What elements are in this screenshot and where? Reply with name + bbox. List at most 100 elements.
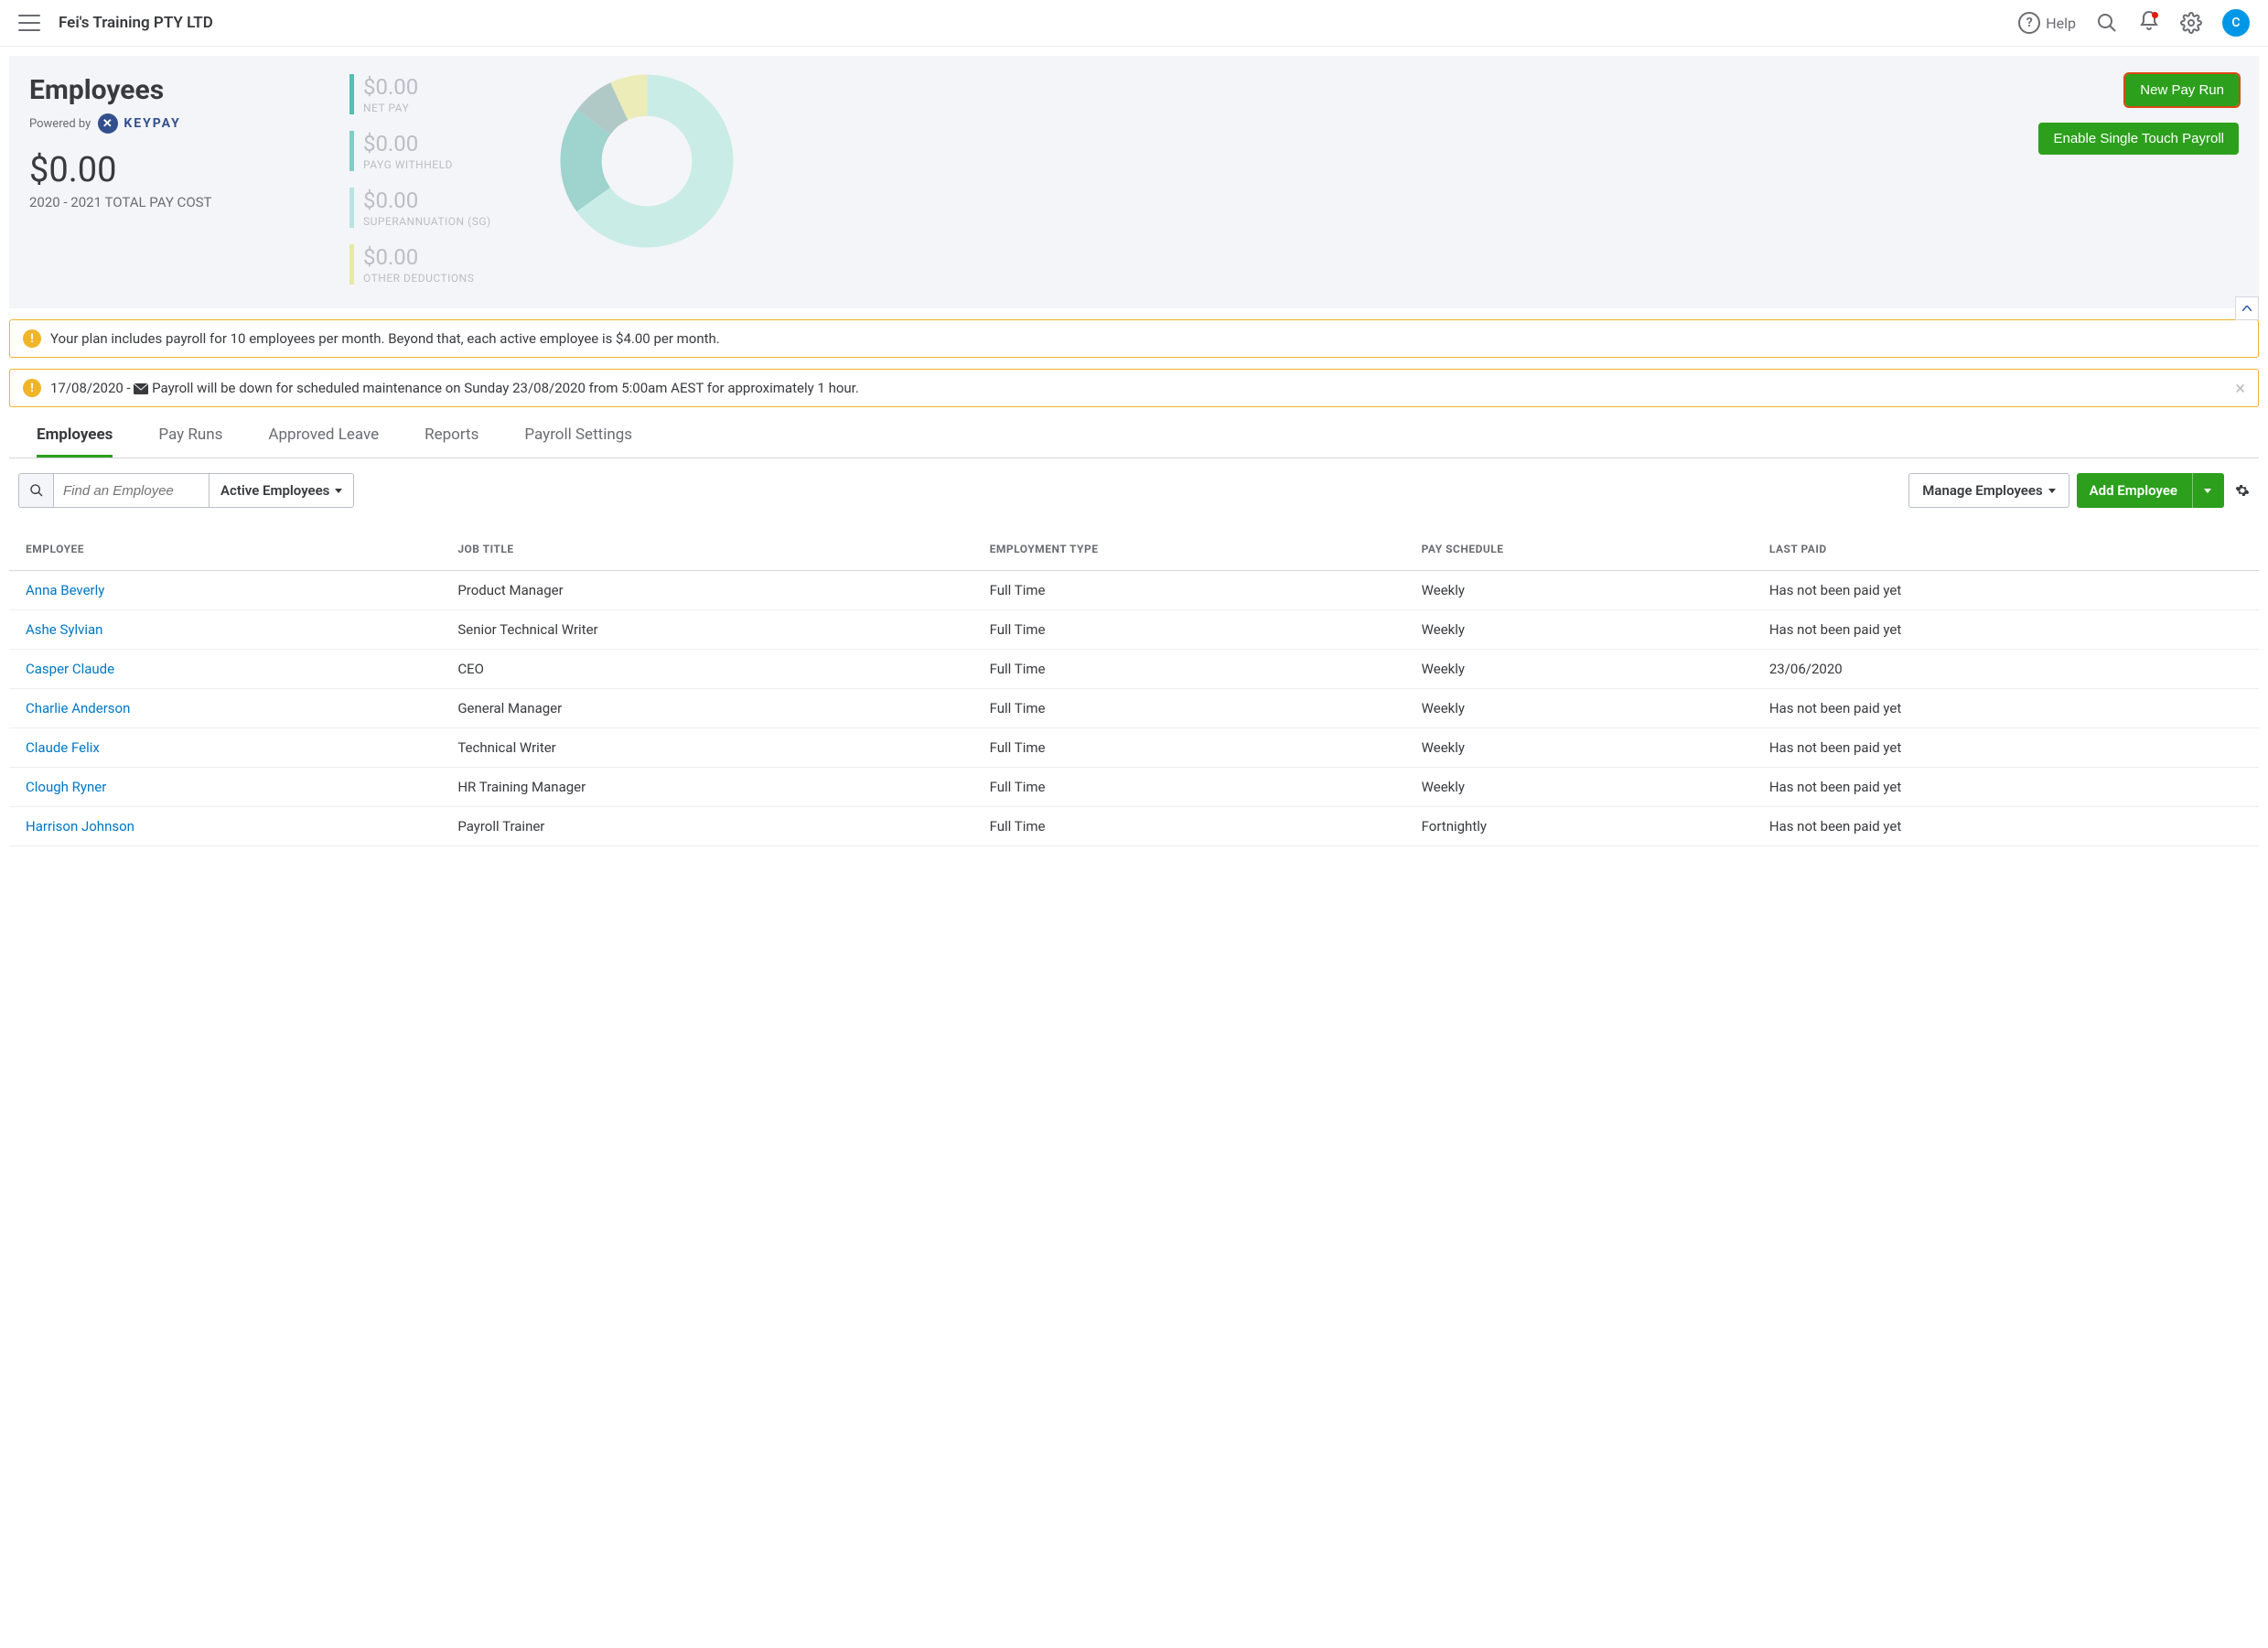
- tabs: Employees Pay Runs Approved Leave Report…: [9, 415, 2259, 458]
- cell-job-title: CEO: [441, 650, 973, 689]
- employee-name-link[interactable]: Harrison Johnson: [9, 807, 441, 846]
- table-header-row: EMPLOYEE JOB TITLE EMPLOYMENT TYPE PAY S…: [9, 522, 2259, 571]
- tab-payroll-settings[interactable]: Payroll Settings: [524, 425, 632, 458]
- search-group: Active Employees: [18, 473, 354, 508]
- cell-pay-schedule: Weekly: [1405, 689, 1753, 728]
- cell-last-paid: Has not been paid yet: [1753, 807, 2259, 846]
- tab-reports[interactable]: Reports: [425, 425, 478, 458]
- search-icon[interactable]: [2096, 12, 2118, 34]
- warning-icon: !: [23, 329, 41, 348]
- status-filter-label: Active Employees: [220, 482, 329, 499]
- metric-payg: $0.00 PAYG WITHHELD: [349, 131, 532, 171]
- metric-super: $0.00 SUPERANNUATION (SG): [349, 188, 532, 228]
- employee-name-link[interactable]: Casper Claude: [9, 650, 441, 689]
- topbar: Fei's Training PTY LTD ? Help C: [0, 0, 2268, 47]
- metric-value: $0.00: [363, 188, 532, 213]
- company-name: Fei's Training PTY LTD: [59, 14, 2018, 32]
- employee-name-link[interactable]: Ashe Sylvian: [9, 610, 441, 650]
- help-label: Help: [2046, 15, 2076, 32]
- summary-panel: Employees Powered by ✕ KEYPAY $0.00 2020…: [9, 56, 2259, 308]
- alert-text: 17/08/2020 - Payroll will be down for sc…: [50, 380, 2226, 396]
- cell-last-paid: Has not been paid yet: [1753, 728, 2259, 768]
- powered-by-text: Powered by: [29, 117, 91, 131]
- enable-stp-button[interactable]: Enable Single Touch Payroll: [2038, 123, 2239, 155]
- cell-employment-type: Full Time: [973, 689, 1405, 728]
- metric-label: OTHER DEDUCTIONS: [363, 272, 532, 285]
- cell-pay-schedule: Fortnightly: [1405, 807, 1753, 846]
- summary-actions: New Pay Run Enable Single Touch Payroll: [2019, 74, 2239, 285]
- col-job-title[interactable]: JOB TITLE: [441, 522, 973, 571]
- table-row: Casper ClaudeCEOFull TimeWeekly23/06/202…: [9, 650, 2259, 689]
- donut-chart-wrap: [560, 74, 1992, 285]
- metric-value: $0.00: [363, 74, 532, 100]
- notifications-button[interactable]: [2138, 10, 2160, 36]
- chevron-down-icon: [2204, 489, 2211, 493]
- metric-label: SUPERANNUATION (SG): [363, 215, 532, 228]
- envelope-icon: [134, 383, 148, 394]
- warning-icon: !: [23, 379, 41, 397]
- cell-job-title: HR Training Manager: [441, 768, 973, 807]
- maintenance-alert: ! 17/08/2020 - Payroll will be down for …: [9, 369, 2259, 407]
- metric-other: $0.00 OTHER DEDUCTIONS: [349, 244, 532, 285]
- col-employment-type[interactable]: EMPLOYMENT TYPE: [973, 522, 1405, 571]
- cell-pay-schedule: Weekly: [1405, 728, 1753, 768]
- manage-employees-button[interactable]: Manage Employees: [1908, 473, 2069, 508]
- alert-body: Payroll will be down for scheduled maint…: [152, 380, 859, 396]
- new-pay-run-button[interactable]: New Pay Run: [2125, 74, 2239, 106]
- alert-text: Your plan includes payroll for 10 employ…: [50, 330, 2245, 347]
- metric-value: $0.00: [363, 131, 532, 156]
- menu-icon[interactable]: [18, 15, 40, 31]
- employee-table: EMPLOYEE JOB TITLE EMPLOYMENT TYPE PAY S…: [9, 522, 2259, 846]
- search-icon: [29, 483, 44, 498]
- tab-approved-leave[interactable]: Approved Leave: [268, 425, 379, 458]
- cell-job-title: General Manager: [441, 689, 973, 728]
- close-icon[interactable]: ×: [2235, 379, 2245, 397]
- employee-name-link[interactable]: Charlie Anderson: [9, 689, 441, 728]
- employee-name-link[interactable]: Anna Beverly: [9, 571, 441, 610]
- tab-employees[interactable]: Employees: [37, 425, 113, 458]
- manage-label: Manage Employees: [1922, 482, 2042, 499]
- help-icon: ?: [2018, 12, 2040, 34]
- cell-last-paid: Has not been paid yet: [1753, 571, 2259, 610]
- add-employee-button[interactable]: Add Employee: [2077, 473, 2224, 508]
- cell-employment-type: Full Time: [973, 650, 1405, 689]
- avatar[interactable]: C: [2222, 9, 2250, 37]
- cell-pay-schedule: Weekly: [1405, 650, 1753, 689]
- collapse-toggle[interactable]: [2235, 296, 2259, 320]
- tab-pay-runs[interactable]: Pay Runs: [158, 425, 222, 458]
- page-title: Employees: [29, 74, 322, 106]
- table-row: Anna BeverlyProduct ManagerFull TimeWeek…: [9, 571, 2259, 610]
- search-button[interactable]: [18, 473, 53, 508]
- table-row: Ashe SylvianSenior Technical WriterFull …: [9, 610, 2259, 650]
- cell-last-paid: Has not been paid yet: [1753, 610, 2259, 650]
- metric-value: $0.00: [363, 244, 532, 270]
- table-row: Harrison JohnsonPayroll TrainerFull Time…: [9, 807, 2259, 846]
- cell-employment-type: Full Time: [973, 571, 1405, 610]
- cell-last-paid: Has not been paid yet: [1753, 768, 2259, 807]
- help-link[interactable]: ? Help: [2018, 12, 2076, 34]
- chevron-down-icon: [335, 489, 342, 493]
- keypay-text: KEYPAY: [124, 116, 181, 131]
- col-employee[interactable]: EMPLOYEE: [9, 522, 441, 571]
- table-row: Charlie AndersonGeneral ManagerFull Time…: [9, 689, 2259, 728]
- donut-chart: [560, 74, 734, 248]
- plan-alert: ! Your plan includes payroll for 10 empl…: [9, 319, 2259, 358]
- gear-icon[interactable]: [2180, 12, 2202, 34]
- total-pay-label: 2020 - 2021 TOTAL PAY COST: [29, 194, 322, 210]
- search-input[interactable]: [53, 473, 209, 508]
- status-filter[interactable]: Active Employees: [209, 473, 354, 508]
- employee-name-link[interactable]: Claude Felix: [9, 728, 441, 768]
- alert-date: 17/08/2020 -: [50, 380, 134, 396]
- cell-pay-schedule: Weekly: [1405, 610, 1753, 650]
- col-last-paid[interactable]: LAST PAID: [1753, 522, 2259, 571]
- gear-icon[interactable]: [2235, 483, 2250, 498]
- cell-job-title: Product Manager: [441, 571, 973, 610]
- add-employee-dropdown[interactable]: [2192, 473, 2211, 508]
- chevron-up-icon: [2242, 306, 2252, 311]
- col-pay-schedule[interactable]: PAY SCHEDULE: [1405, 522, 1753, 571]
- table-row: Clough RynerHR Training ManagerFull Time…: [9, 768, 2259, 807]
- topbar-actions: ? Help C: [2018, 9, 2250, 37]
- cell-last-paid: 23/06/2020: [1753, 650, 2259, 689]
- employee-name-link[interactable]: Clough Ryner: [9, 768, 441, 807]
- metric-label: NET PAY: [363, 102, 532, 114]
